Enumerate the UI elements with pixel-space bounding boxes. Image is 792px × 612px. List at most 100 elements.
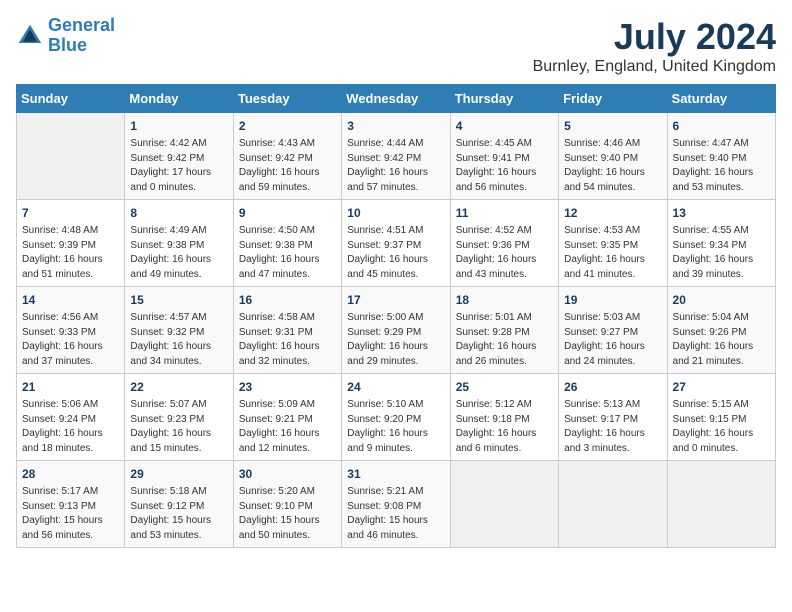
day-info: Sunrise: 4:44 AM Sunset: 9:42 PM Dayligh…: [347, 137, 444, 195]
day-info: Sunrise: 4:43 AM Sunset: 9:42 PM Dayligh…: [239, 137, 336, 195]
day-number: 15: [130, 291, 227, 309]
day-info: Sunrise: 4:58 AM Sunset: 9:31 PM Dayligh…: [239, 311, 336, 369]
weekday-header: Sunday: [17, 85, 125, 113]
calendar-week-row: 7 Sunrise: 4:48 AM Sunset: 9:39 PM Daylig…: [17, 200, 776, 287]
day-number: 23: [239, 378, 336, 396]
day-info: Sunrise: 4:50 AM Sunset: 9:38 PM Dayligh…: [239, 224, 336, 282]
calendar-week-row: 21 Sunrise: 5:06 AM Sunset: 9:24 PM Dayli…: [17, 374, 776, 461]
calendar-cell: 6Sunrise: 4:47 AM Sunset: 9:40 PM Daylig…: [667, 113, 775, 200]
day-info: Sunrise: 5:04 AM Sunset: 9:26 PM Dayligh…: [673, 311, 770, 369]
calendar-cell: 19 Sunrise: 5:03 AM Sunset: 9:27 PM Dayli…: [559, 287, 667, 374]
calendar-cell: 9 Sunrise: 4:50 AM Sunset: 9:38 PM Daylig…: [233, 200, 341, 287]
calendar-cell: 22 Sunrise: 5:07 AM Sunset: 9:23 PM Dayli…: [125, 374, 233, 461]
title-block: July 2024 Burnley, England, United Kingd…: [533, 16, 776, 76]
logo-text: General Blue: [48, 16, 115, 56]
calendar-cell: 1 Sunrise: 4:42 AM Sunset: 9:42 PM Daylig…: [125, 113, 233, 200]
calendar-cell: 12Sunrise: 4:53 AM Sunset: 9:35 PM Dayli…: [559, 200, 667, 287]
day-number: 20: [673, 291, 770, 309]
day-number: 25: [456, 378, 553, 396]
calendar-week-row: 1 Sunrise: 4:42 AM Sunset: 9:42 PM Daylig…: [17, 113, 776, 200]
day-info: Sunrise: 4:56 AM Sunset: 9:33 PM Dayligh…: [22, 311, 119, 369]
day-number: 6: [673, 117, 770, 135]
calendar-week-row: 28 Sunrise: 5:17 AM Sunset: 9:13 PM Dayli…: [17, 461, 776, 548]
logo: General Blue: [16, 16, 115, 56]
calendar-cell: 27 Sunrise: 5:15 AM Sunset: 9:15 PM Dayli…: [667, 374, 775, 461]
calendar-header: SundayMondayTuesdayWednesdayThursdayFrid…: [17, 85, 776, 113]
calendar-cell: 26Sunrise: 5:13 AM Sunset: 9:17 PM Dayli…: [559, 374, 667, 461]
day-number: 28: [22, 465, 119, 483]
day-info: Sunrise: 5:07 AM Sunset: 9:23 PM Dayligh…: [130, 398, 227, 456]
day-info: Sunrise: 5:10 AM Sunset: 9:20 PM Dayligh…: [347, 398, 444, 456]
day-info: Sunrise: 5:15 AM Sunset: 9:15 PM Dayligh…: [673, 398, 770, 456]
calendar-cell: 21 Sunrise: 5:06 AM Sunset: 9:24 PM Dayli…: [17, 374, 125, 461]
day-number: 17: [347, 291, 444, 309]
day-info: Sunrise: 4:49 AM Sunset: 9:38 PM Dayligh…: [130, 224, 227, 282]
day-info: Sunrise: 5:21 AM Sunset: 9:08 PM Dayligh…: [347, 485, 444, 543]
day-number: 26: [564, 378, 661, 396]
day-number: 29: [130, 465, 227, 483]
day-info: Sunrise: 5:03 AM Sunset: 9:27 PM Dayligh…: [564, 311, 661, 369]
day-number: 11: [456, 204, 553, 222]
day-info: Sunrise: 4:42 AM Sunset: 9:42 PM Dayligh…: [130, 137, 227, 195]
calendar-cell: 25 Sunrise: 5:12 AM Sunset: 9:18 PM Dayli…: [450, 374, 558, 461]
day-number: 24: [347, 378, 444, 396]
day-info: Sunrise: 5:01 AM Sunset: 9:28 PM Dayligh…: [456, 311, 553, 369]
calendar-cell: 28 Sunrise: 5:17 AM Sunset: 9:13 PM Dayli…: [17, 461, 125, 548]
day-info: Sunrise: 5:06 AM Sunset: 9:24 PM Dayligh…: [22, 398, 119, 456]
day-info: Sunrise: 5:17 AM Sunset: 9:13 PM Dayligh…: [22, 485, 119, 543]
day-number: 14: [22, 291, 119, 309]
calendar-cell: 7 Sunrise: 4:48 AM Sunset: 9:39 PM Daylig…: [17, 200, 125, 287]
weekday-header: Wednesday: [342, 85, 450, 113]
day-info: Sunrise: 4:57 AM Sunset: 9:32 PM Dayligh…: [130, 311, 227, 369]
day-number: 27: [673, 378, 770, 396]
logo-icon: [16, 22, 44, 50]
calendar-cell: 10Sunrise: 4:51 AM Sunset: 9:37 PM Dayli…: [342, 200, 450, 287]
calendar-cell: 30Sunrise: 5:20 AM Sunset: 9:10 PM Dayli…: [233, 461, 341, 548]
location-text: Burnley, England, United Kingdom: [533, 58, 776, 76]
day-number: 4: [456, 117, 553, 135]
day-number: 22: [130, 378, 227, 396]
page-header: General Blue July 2024 Burnley, England,…: [16, 16, 776, 76]
calendar-cell: [559, 461, 667, 548]
weekday-header: Saturday: [667, 85, 775, 113]
day-number: 18: [456, 291, 553, 309]
day-info: Sunrise: 5:20 AM Sunset: 9:10 PM Dayligh…: [239, 485, 336, 543]
day-number: 1: [130, 117, 227, 135]
day-number: 8: [130, 204, 227, 222]
day-info: Sunrise: 5:12 AM Sunset: 9:18 PM Dayligh…: [456, 398, 553, 456]
calendar-cell: [17, 113, 125, 200]
calendar-cell: [450, 461, 558, 548]
day-number: 13: [673, 204, 770, 222]
calendar-cell: 2Sunrise: 4:43 AM Sunset: 9:42 PM Daylig…: [233, 113, 341, 200]
day-info: Sunrise: 4:55 AM Sunset: 9:34 PM Dayligh…: [673, 224, 770, 282]
day-number: 12: [564, 204, 661, 222]
day-info: Sunrise: 5:00 AM Sunset: 9:29 PM Dayligh…: [347, 311, 444, 369]
day-number: 21: [22, 378, 119, 396]
calendar-cell: 29 Sunrise: 5:18 AM Sunset: 9:12 PM Dayli…: [125, 461, 233, 548]
calendar-cell: [667, 461, 775, 548]
calendar-week-row: 14 Sunrise: 4:56 AM Sunset: 9:33 PM Dayli…: [17, 287, 776, 374]
calendar-cell: 3 Sunrise: 4:44 AM Sunset: 9:42 PM Daylig…: [342, 113, 450, 200]
day-number: 31: [347, 465, 444, 483]
day-info: Sunrise: 4:48 AM Sunset: 9:39 PM Dayligh…: [22, 224, 119, 282]
day-number: 19: [564, 291, 661, 309]
calendar-cell: 13 Sunrise: 4:55 AM Sunset: 9:34 PM Dayli…: [667, 200, 775, 287]
weekday-row: SundayMondayTuesdayWednesdayThursdayFrid…: [17, 85, 776, 113]
calendar-body: 1 Sunrise: 4:42 AM Sunset: 9:42 PM Daylig…: [17, 113, 776, 548]
day-number: 7: [22, 204, 119, 222]
day-number: 9: [239, 204, 336, 222]
calendar-cell: 24 Sunrise: 5:10 AM Sunset: 9:20 PM Dayli…: [342, 374, 450, 461]
day-number: 16: [239, 291, 336, 309]
weekday-header: Thursday: [450, 85, 558, 113]
day-number: 3: [347, 117, 444, 135]
calendar-cell: 17 Sunrise: 5:00 AM Sunset: 9:29 PM Dayli…: [342, 287, 450, 374]
calendar-cell: 14 Sunrise: 4:56 AM Sunset: 9:33 PM Dayli…: [17, 287, 125, 374]
calendar-table: SundayMondayTuesdayWednesdayThursdayFrid…: [16, 84, 776, 548]
calendar-cell: 16 Sunrise: 4:58 AM Sunset: 9:31 PM Dayli…: [233, 287, 341, 374]
day-info: Sunrise: 4:46 AM Sunset: 9:40 PM Dayligh…: [564, 137, 661, 195]
day-info: Sunrise: 5:18 AM Sunset: 9:12 PM Dayligh…: [130, 485, 227, 543]
day-number: 10: [347, 204, 444, 222]
weekday-header: Tuesday: [233, 85, 341, 113]
calendar-cell: 18 Sunrise: 5:01 AM Sunset: 9:28 PM Dayli…: [450, 287, 558, 374]
calendar-cell: 4Sunrise: 4:45 AM Sunset: 9:41 PM Daylig…: [450, 113, 558, 200]
